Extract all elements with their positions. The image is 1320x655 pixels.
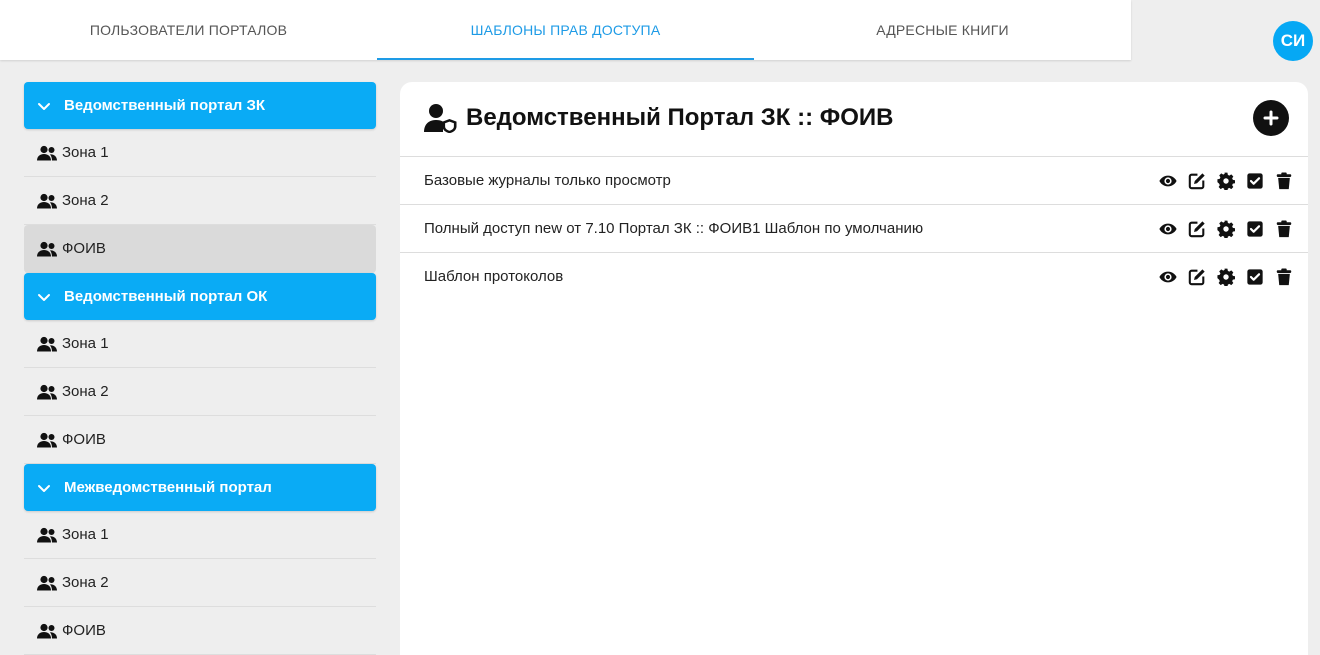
row-actions bbox=[1149, 171, 1294, 191]
users-icon bbox=[37, 145, 57, 160]
select-checkbox[interactable] bbox=[1245, 219, 1265, 239]
sidebar-item-label: Зона 2 bbox=[62, 192, 109, 209]
trash-icon bbox=[1276, 171, 1292, 189]
chevron-down-icon bbox=[38, 484, 50, 492]
tab-bar: ПОЛЬЗОВАТЕЛИ ПОРТАЛОВ ШАБЛОНЫ ПРАВ ДОСТУ… bbox=[0, 0, 1131, 60]
checkbox-icon bbox=[1247, 172, 1263, 189]
sidebar-item-zone-1[interactable]: Зона 1 bbox=[24, 129, 376, 177]
eye-icon bbox=[1159, 271, 1177, 282]
checkbox-icon bbox=[1247, 220, 1263, 237]
trash-icon bbox=[1276, 267, 1292, 285]
sidebar-group-label: Ведомственный портал ОК bbox=[64, 288, 268, 305]
sidebar-item-label: Зона 1 bbox=[62, 144, 109, 161]
user-shield-icon bbox=[424, 104, 457, 133]
select-checkbox[interactable] bbox=[1245, 267, 1265, 287]
template-row[interactable]: Шаблон протоколов bbox=[400, 252, 1308, 300]
users-icon bbox=[37, 432, 57, 447]
edit-icon bbox=[1188, 268, 1205, 285]
user-avatar[interactable]: СИ bbox=[1273, 21, 1313, 61]
sidebar-group-label: Ведомственный портал ЗК bbox=[64, 97, 266, 114]
sidebar-item-label: ФОИВ bbox=[62, 240, 106, 257]
settings-button[interactable] bbox=[1216, 219, 1236, 239]
plus-icon bbox=[1263, 110, 1279, 126]
sidebar-item-zone-1[interactable]: Зона 1 bbox=[24, 511, 376, 559]
sidebar-item-zone-2[interactable]: Зона 2 bbox=[24, 368, 376, 416]
sidebar-item-foiv[interactable]: ФОИВ bbox=[24, 416, 376, 464]
sidebar-item-label: ФОИВ bbox=[62, 431, 106, 448]
sidebar-item-foiv[interactable]: ФОИВ bbox=[24, 225, 376, 273]
delete-button[interactable] bbox=[1274, 171, 1294, 191]
add-template-button[interactable] bbox=[1253, 100, 1289, 136]
sidebar-item-foiv[interactable]: ФОИВ bbox=[24, 607, 376, 655]
page-title: Ведомственный Портал ЗК :: ФОИВ bbox=[466, 104, 894, 131]
view-button[interactable] bbox=[1158, 267, 1178, 287]
sidebar-item-label: Зона 2 bbox=[62, 383, 109, 400]
sidebar-item-label: Зона 2 bbox=[62, 574, 109, 591]
eye-icon bbox=[1159, 223, 1177, 234]
gear-icon bbox=[1217, 220, 1235, 238]
settings-button[interactable] bbox=[1216, 171, 1236, 191]
edit-icon bbox=[1188, 220, 1205, 237]
sidebar-item-zone-1[interactable]: Зона 1 bbox=[24, 320, 376, 368]
edit-button[interactable] bbox=[1187, 171, 1207, 191]
users-icon bbox=[37, 241, 57, 256]
gear-icon bbox=[1217, 268, 1235, 286]
template-name: Полный доступ new от 7.10 Портал ЗК :: Ф… bbox=[424, 220, 924, 237]
view-button[interactable] bbox=[1158, 171, 1178, 191]
delete-button[interactable] bbox=[1274, 267, 1294, 287]
users-icon bbox=[37, 623, 57, 638]
select-checkbox[interactable] bbox=[1245, 171, 1265, 191]
sidebar-item-label: ФОИВ bbox=[62, 622, 106, 639]
users-icon bbox=[37, 527, 57, 542]
row-actions bbox=[1149, 219, 1294, 239]
template-row[interactable]: Базовые журналы только просмотр bbox=[400, 156, 1308, 204]
sidebar-group-vedomstvenny-zk[interactable]: Ведомственный портал ЗК bbox=[24, 82, 376, 129]
row-actions bbox=[1149, 267, 1294, 287]
chevron-down-icon bbox=[38, 293, 50, 301]
tab-portal-users[interactable]: ПОЛЬЗОВАТЕЛИ ПОРТАЛОВ bbox=[0, 0, 377, 60]
sidebar-item-zone-2[interactable]: Зона 2 bbox=[24, 559, 376, 607]
delete-button[interactable] bbox=[1274, 219, 1294, 239]
users-icon bbox=[37, 575, 57, 590]
sidebar-item-label: Зона 1 bbox=[62, 335, 109, 352]
eye-icon bbox=[1159, 175, 1177, 186]
edit-button[interactable] bbox=[1187, 267, 1207, 287]
template-list: Базовые журналы только просмотр Полный д… bbox=[400, 156, 1308, 300]
trash-icon bbox=[1276, 219, 1292, 237]
tab-address-books[interactable]: АДРЕСНЫЕ КНИГИ bbox=[754, 0, 1131, 60]
view-button[interactable] bbox=[1158, 219, 1178, 239]
chevron-down-icon bbox=[38, 102, 50, 110]
users-icon bbox=[37, 193, 57, 208]
edit-icon bbox=[1188, 172, 1205, 189]
sidebar-item-zone-2[interactable]: Зона 2 bbox=[24, 177, 376, 225]
edit-button[interactable] bbox=[1187, 219, 1207, 239]
sidebar-group-vedomstvenny-ok[interactable]: Ведомственный портал ОК bbox=[24, 273, 376, 320]
sidebar-item-label: Зона 1 bbox=[62, 526, 109, 543]
sidebar-group-label: Межведомственный портал bbox=[64, 479, 272, 496]
settings-button[interactable] bbox=[1216, 267, 1236, 287]
template-name: Базовые журналы только просмотр bbox=[424, 172, 671, 189]
gear-icon bbox=[1217, 172, 1235, 190]
users-icon bbox=[37, 384, 57, 399]
templates-panel: Ведомственный Портал ЗК :: ФОИВ Базовые … bbox=[400, 82, 1308, 655]
sidebar: Ведомственный портал ЗК Зона 1 Зона 2 ФО… bbox=[24, 82, 376, 655]
checkbox-icon bbox=[1247, 268, 1263, 285]
template-name: Шаблон протоколов bbox=[424, 268, 564, 285]
panel-header: Ведомственный Портал ЗК :: ФОИВ bbox=[424, 100, 894, 136]
sidebar-group-mezhvedomstvenny[interactable]: Межведомственный портал bbox=[24, 464, 376, 511]
users-icon bbox=[37, 336, 57, 351]
tab-access-templates[interactable]: ШАБЛОНЫ ПРАВ ДОСТУПА bbox=[377, 0, 754, 60]
template-row[interactable]: Полный доступ new от 7.10 Портал ЗК :: Ф… bbox=[400, 204, 1308, 252]
